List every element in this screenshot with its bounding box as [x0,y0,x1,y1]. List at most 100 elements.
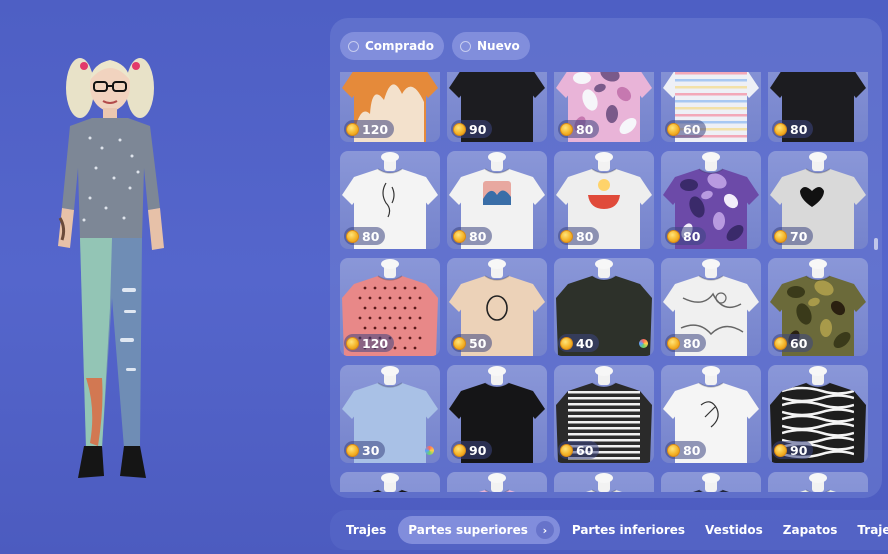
item-card[interactable]: 80 [447,151,547,249]
price-tag: 90 [451,120,493,138]
item-card[interactable]: 90 [447,365,547,463]
item-card[interactable] [661,472,761,492]
price-value: 90 [469,121,487,137]
chevron-right-icon[interactable]: › [535,521,554,539]
coin-icon [560,229,573,243]
item-card[interactable]: 80 [661,258,761,356]
price-tag: 80 [558,120,600,138]
coin-icon [346,336,359,350]
item-card[interactable]: 60 [554,365,654,463]
shirt-thumbnail [586,473,622,492]
item-card[interactable]: 40 [554,258,654,356]
shirt-thumbnail [372,473,408,492]
item-card[interactable]: 30 [340,365,440,463]
item-card[interactable]: 80 [661,365,761,463]
category-tabs: Trajes Partes superiores › Partes inferi… [330,510,888,550]
item-card[interactable]: 80 [554,151,654,249]
coin-icon [667,122,680,136]
price-tag: 120 [344,334,395,352]
price-value: 80 [683,228,701,244]
catalog-panel: Comprado Nuevo 120 90 80 60 80 80 80 80 … [330,18,882,498]
coin-icon [453,229,466,243]
price-tag: 80 [665,227,707,245]
item-card[interactable] [447,472,547,492]
color-variant-icon [425,446,434,455]
price-tag: 40 [558,334,600,352]
tab-label: Partes inferiores [571,523,686,537]
item-card[interactable]: 90 [768,365,868,463]
shirt-thumbnail [693,473,729,492]
coin-icon [346,229,359,243]
item-card[interactable] [554,472,654,492]
price-tag: 120 [344,120,395,138]
character-preview[interactable] [40,48,190,488]
price-value: 80 [683,442,701,458]
price-tag: 80 [558,227,600,245]
item-card[interactable] [340,472,440,492]
price-value: 50 [469,335,487,351]
price-value: 80 [683,335,701,351]
price-tag: 80 [344,227,386,245]
item-card[interactable]: 90 [447,72,547,142]
coin-icon [453,336,466,350]
color-variant-icon [639,339,648,348]
item-card[interactable]: 80 [768,72,868,142]
item-card[interactable]: 60 [661,72,761,142]
tab-label: Trajes de ba [857,523,888,537]
coin-icon [667,336,680,350]
price-value: 40 [576,335,594,351]
shirt-thumbnail [479,473,515,492]
item-card[interactable]: 80 [340,151,440,249]
item-card[interactable]: 80 [554,72,654,142]
price-value: 60 [683,121,701,137]
price-value: 80 [790,121,808,137]
coin-icon [667,229,680,243]
item-card[interactable]: 50 [447,258,547,356]
price-value: 120 [362,335,389,351]
price-value: 60 [790,335,808,351]
filter-comprado[interactable]: Comprado [340,32,444,60]
item-card[interactable]: 120 [340,72,440,142]
radio-icon [460,40,471,52]
coin-icon [453,122,466,136]
price-value: 80 [576,121,594,137]
coin-icon [453,443,466,457]
price-value: 70 [790,228,808,244]
coin-icon [560,443,573,457]
tab-trajes[interactable]: Trajes [338,516,394,544]
coin-icon [774,122,787,136]
radio-icon [348,40,359,52]
item-grid-viewport[interactable]: 120 90 80 60 80 80 80 80 80 70 120 50 40… [340,72,870,492]
price-value: 90 [790,442,808,458]
price-value: 80 [576,228,594,244]
price-tag: 50 [451,334,493,352]
filter-bar: Comprado Nuevo [340,32,530,60]
price-tag: 30 [344,441,386,459]
character-figure [58,58,164,478]
price-value: 30 [362,442,380,458]
price-tag: 70 [772,227,814,245]
tab-partes-superiores[interactable]: Partes superiores › [398,516,560,544]
tab-trajes-de-bano[interactable]: Trajes de ba [849,516,888,544]
item-card[interactable]: 70 [768,151,868,249]
scrollbar-thumb[interactable] [874,238,878,250]
price-tag: 60 [558,441,600,459]
price-tag: 90 [451,441,493,459]
coin-icon [346,122,359,136]
filter-label: Comprado [365,39,434,53]
tab-partes-inferiores[interactable]: Partes inferiores [564,516,693,544]
coin-icon [560,336,573,350]
coin-icon [560,122,573,136]
tab-zapatos[interactable]: Zapatos [775,516,846,544]
price-tag: 80 [772,120,814,138]
coin-icon [346,443,359,457]
coin-icon [774,443,787,457]
filter-nuevo[interactable]: Nuevo [452,32,530,60]
tab-vestidos[interactable]: Vestidos [697,516,771,544]
coin-icon [774,229,787,243]
tab-label: Zapatos [782,523,838,537]
item-card[interactable]: 60 [768,258,868,356]
item-card[interactable]: 120 [340,258,440,356]
item-card[interactable]: 80 [661,151,761,249]
item-card[interactable] [768,472,868,492]
